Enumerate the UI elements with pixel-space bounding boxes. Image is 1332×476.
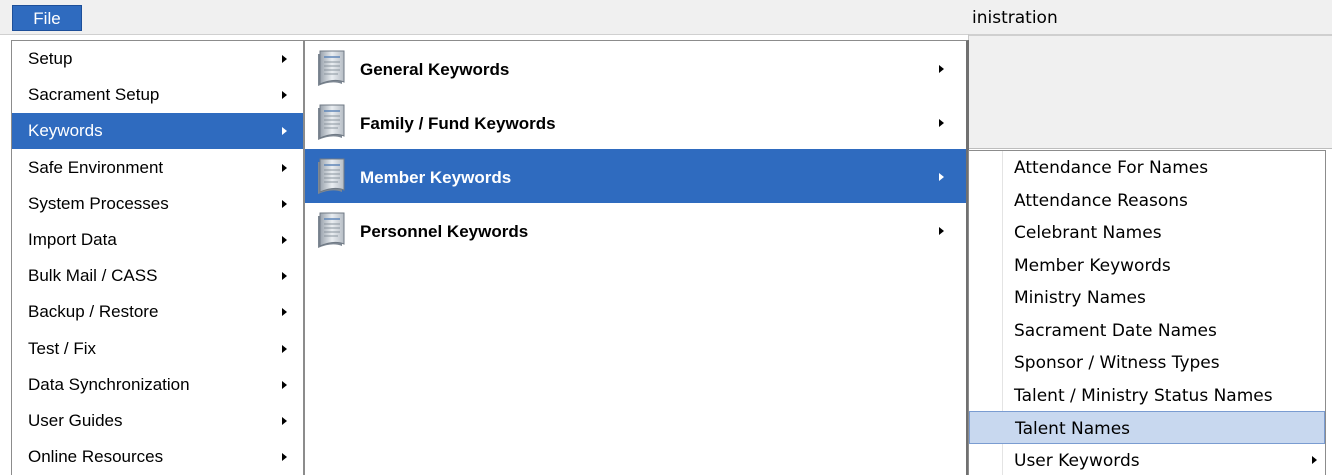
menu-item-setup[interactable]: Setup [12, 41, 303, 77]
menu-item-data-synchronization[interactable]: Data Synchronization [12, 367, 303, 403]
menu-item-label: Backup / Restore [28, 302, 158, 322]
member-keywords-item-talent-names[interactable]: Talent Names [969, 411, 1325, 444]
menu-item-label: User Keywords [1014, 451, 1140, 471]
member-keywords-item-sponsor-witness-types[interactable]: Sponsor / Witness Types [969, 346, 1325, 379]
member-keywords-item-attendance-for-names[interactable]: Attendance For Names [969, 151, 1325, 184]
menu-item-label: User Guides [28, 411, 122, 431]
menu-item-label: Member Keywords [360, 168, 511, 188]
submenu-arrow-icon [1312, 456, 1317, 464]
menu-item-label: Attendance Reasons [1014, 191, 1188, 211]
submenu-arrow-icon [939, 227, 944, 235]
menu-item-label: Attendance For Names [1014, 158, 1208, 178]
member-keywords-item-talent-ministry-status-names[interactable]: Talent / Ministry Status Names [969, 379, 1325, 412]
keywords-item-family-fund-keywords[interactable]: Family / Fund Keywords [305, 95, 966, 149]
menu-item-label: Setup [28, 49, 72, 69]
menu-item-label: Test / Fix [28, 339, 96, 359]
submenu-arrow-icon [939, 65, 944, 73]
menu-item-label: Keywords [28, 121, 103, 141]
submenu-arrow-icon [282, 417, 287, 425]
submenu-arrow-icon [282, 381, 287, 389]
menu-item-label: Talent / Ministry Status Names [1014, 386, 1273, 406]
menu-item-keywords[interactable]: Keywords [12, 113, 303, 149]
menu-item-test-fix[interactable]: Test / Fix [12, 331, 303, 367]
document-icon [314, 102, 348, 144]
menu-item-label: Family / Fund Keywords [360, 114, 556, 134]
submenu-arrow-icon [939, 119, 944, 127]
menu-item-label: Sponsor / Witness Types [1014, 353, 1220, 373]
menu-item-bulk-mail-cass[interactable]: Bulk Mail / CASS [12, 258, 303, 294]
submenu-arrow-icon [282, 164, 287, 172]
document-icon [314, 210, 348, 252]
menu-item-label: Sacrament Setup [28, 85, 159, 105]
member-keywords-item-attendance-reasons[interactable]: Attendance Reasons [969, 184, 1325, 217]
menu-item-label: Talent Names [1015, 419, 1130, 439]
keywords-item-personnel-keywords[interactable]: Personnel Keywords [305, 203, 966, 257]
submenu-arrow-icon [282, 453, 287, 461]
background-window-panel [968, 34, 1332, 149]
menu-item-label: Celebrant Names [1014, 223, 1162, 243]
menu-item-user-guides[interactable]: User Guides [12, 403, 303, 439]
submenu-arrow-icon [939, 173, 944, 181]
menu-item-backup-restore[interactable]: Backup / Restore [12, 294, 303, 330]
file-dropdown-menu: Setup Sacrament Setup Keywords Safe Environ… [11, 40, 304, 475]
member-keywords-item-sacrament-date-names[interactable]: Sacrament Date Names [969, 314, 1325, 347]
menu-item-online-resources[interactable]: Online Resources [12, 439, 303, 475]
member-keywords-item-ministry-names[interactable]: Ministry Names [969, 281, 1325, 314]
submenu-arrow-icon [282, 200, 287, 208]
member-keywords-submenu: Attendance For Names Attendance Reasons Ce… [968, 150, 1326, 475]
menu-item-label: System Processes [28, 194, 169, 214]
menu-item-label: Member Keywords [1014, 256, 1171, 276]
submenu-arrow-icon [282, 272, 287, 280]
menu-item-label: Sacrament Date Names [1014, 321, 1217, 341]
member-keywords-item-user-keywords[interactable]: User Keywords [969, 444, 1325, 476]
submenu-arrow-icon [282, 55, 287, 63]
menu-item-safe-environment[interactable]: Safe Environment [12, 150, 303, 186]
keywords-item-member-keywords[interactable]: Member Keywords [305, 149, 966, 203]
submenu-arrow-icon [282, 345, 287, 353]
menu-item-import-data[interactable]: Import Data [12, 222, 303, 258]
file-menu-button[interactable]: File [12, 5, 82, 31]
menu-item-label: Personnel Keywords [360, 222, 528, 242]
menu-item-label: Data Synchronization [28, 375, 190, 395]
keywords-submenu: General Keywords Family / Fund Keywords Me… [304, 40, 969, 475]
document-icon [314, 48, 348, 90]
menu-item-label: Bulk Mail / CASS [28, 266, 157, 286]
menu-bar: File [0, 0, 1332, 35]
submenu-arrow-icon [282, 236, 287, 244]
member-keywords-item-member-keywords[interactable]: Member Keywords [969, 249, 1325, 282]
menu-item-label: Online Resources [28, 447, 163, 467]
submenu-arrow-icon [282, 127, 287, 135]
menu-item-label: Safe Environment [28, 158, 163, 178]
menu-item-system-processes[interactable]: System Processes [12, 186, 303, 222]
menu-item-label: Import Data [28, 230, 117, 250]
document-icon [314, 156, 348, 198]
window-title-fragment: inistration [972, 8, 1058, 28]
keywords-item-general-keywords[interactable]: General Keywords [305, 41, 966, 95]
member-keywords-item-celebrant-names[interactable]: Celebrant Names [969, 216, 1325, 249]
submenu-arrow-icon [282, 308, 287, 316]
menu-item-label: General Keywords [360, 60, 509, 80]
menu-item-sacrament-setup[interactable]: Sacrament Setup [12, 77, 303, 113]
submenu-arrow-icon [282, 91, 287, 99]
menu-item-label: Ministry Names [1014, 288, 1146, 308]
